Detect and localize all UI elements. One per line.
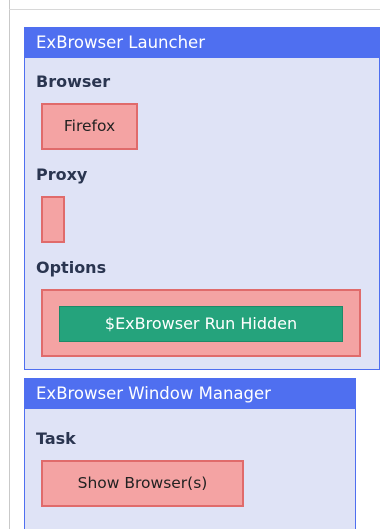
- options-label: Options: [36, 258, 107, 277]
- task-select-value: Show Browser(s): [77, 474, 208, 492]
- window-frame-top: [9, 9, 380, 10]
- proxy-input[interactable]: [41, 196, 65, 243]
- launcher-panel-title: ExBrowser Launcher: [25, 28, 379, 58]
- window-frame-left: [9, 0, 10, 529]
- proxy-label: Proxy: [36, 165, 88, 184]
- task-label: Task: [36, 429, 76, 448]
- task-select[interactable]: Show Browser(s): [41, 460, 244, 507]
- run-hidden-toggle[interactable]: $ExBrowser Run Hidden: [59, 306, 343, 342]
- browser-select-value: Firefox: [63, 117, 116, 135]
- options-container: $ExBrowser Run Hidden: [41, 289, 361, 357]
- app-window: ExBrowser Launcher Browser Firefox Proxy…: [0, 0, 380, 529]
- launcher-panel: ExBrowser Launcher Browser Firefox Proxy…: [24, 27, 380, 370]
- browser-label: Browser: [36, 72, 111, 91]
- window-manager-panel: ExBrowser Window Manager Task Show Brows…: [24, 378, 356, 529]
- window-manager-panel-title: ExBrowser Window Manager: [25, 379, 355, 409]
- browser-select[interactable]: Firefox: [41, 103, 138, 150]
